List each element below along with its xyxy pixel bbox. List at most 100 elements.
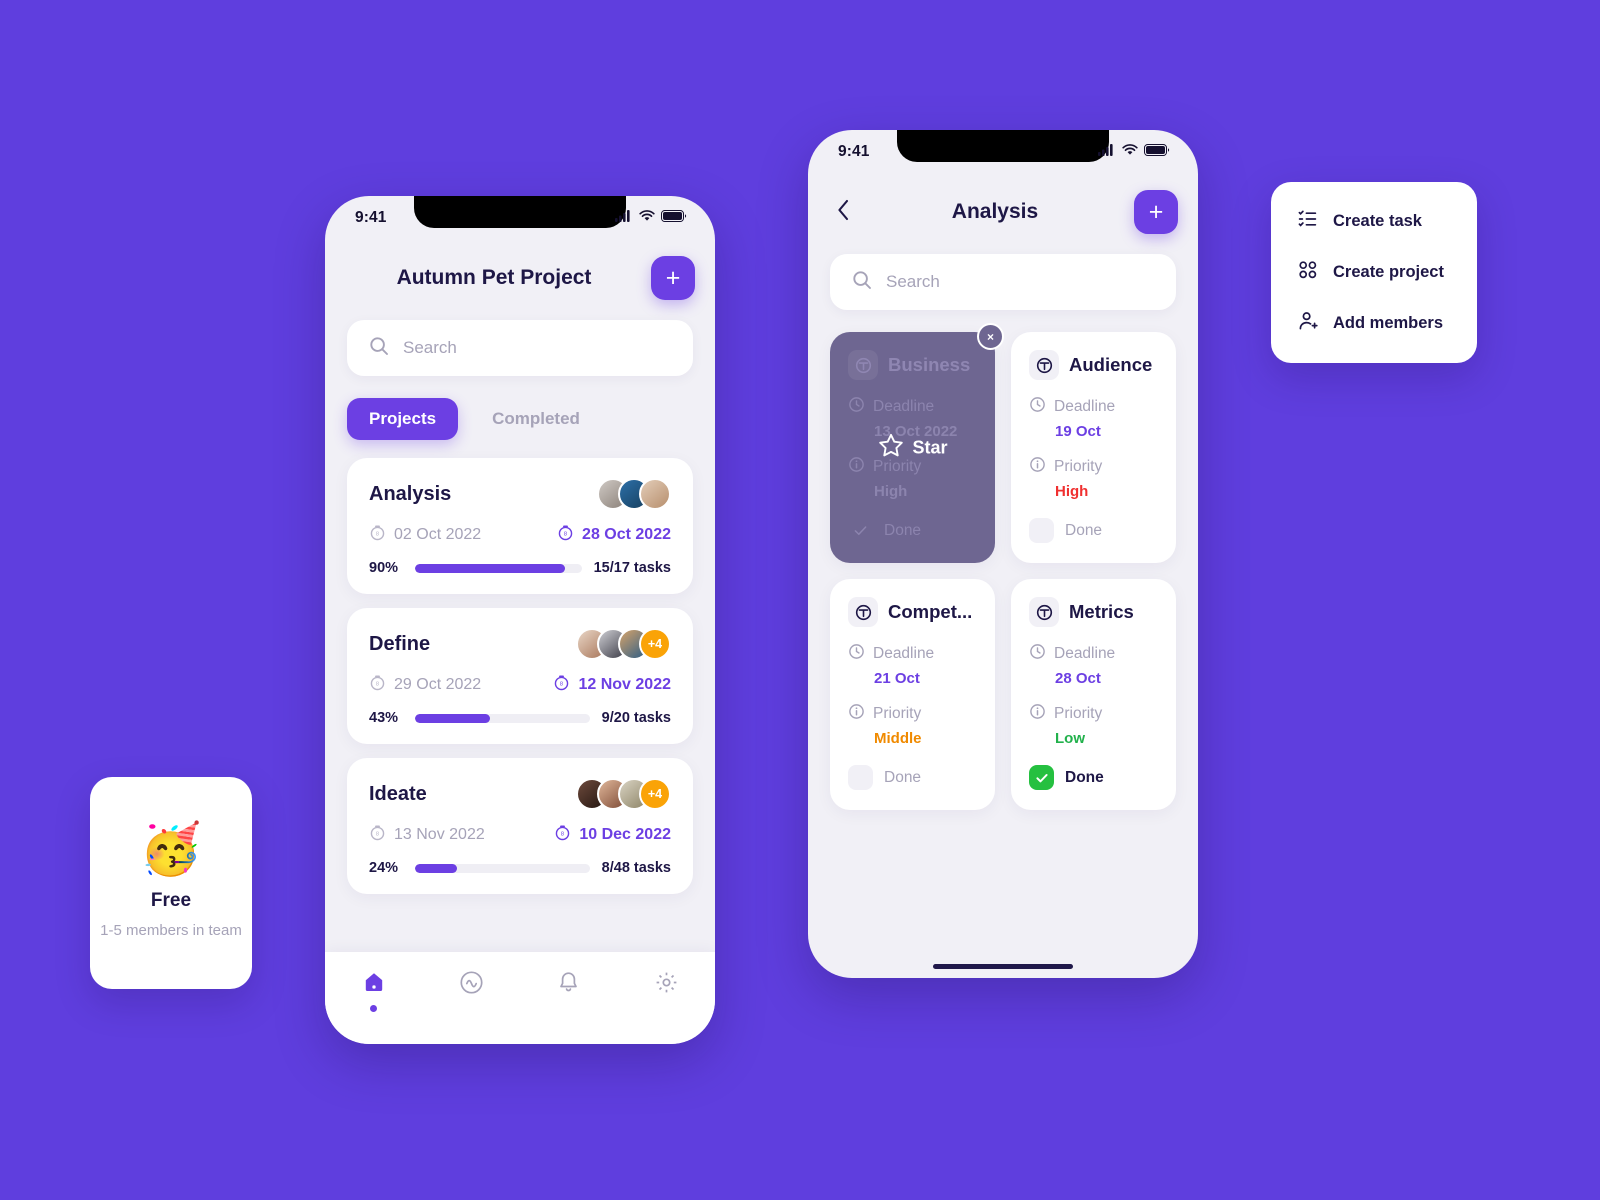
- project-end-date: 8 12 Nov 2022: [553, 674, 671, 696]
- star-action[interactable]: Star: [877, 432, 948, 463]
- add-task-button[interactable]: +: [1134, 190, 1178, 234]
- project-card[interactable]: Ideate +4 8 13 Nov 2022 8 10 Dec 2022 24…: [347, 758, 693, 894]
- signal-bars-icon: [615, 209, 633, 227]
- progress-bar-fill: [415, 713, 491, 723]
- nav-item-notifications[interactable]: [539, 970, 599, 1000]
- wifi-icon: [639, 209, 655, 227]
- progress-bar: [415, 713, 590, 723]
- star-icon: [877, 432, 903, 463]
- page-title: Analysis: [951, 200, 1039, 223]
- done-checkbox[interactable]: [1029, 518, 1054, 543]
- project-start-date: 8 13 Nov 2022: [369, 824, 485, 846]
- project-name: Analysis: [369, 482, 452, 505]
- task-card[interactable]: Metrics Deadline 28 Oct Priority Low Don…: [1011, 579, 1176, 810]
- nav-item-settings[interactable]: [636, 970, 696, 1000]
- tab-completed[interactable]: Completed: [470, 398, 602, 440]
- search-bar-tasks[interactable]: Search: [830, 254, 1176, 310]
- task-type-icon: [848, 350, 878, 380]
- avatar-group[interactable]: [597, 478, 671, 510]
- project-start-date: 8 29 Oct 2022: [369, 674, 481, 696]
- deadline-label: Deadline: [873, 398, 935, 415]
- party-face-icon: 🥳: [139, 821, 203, 878]
- project-card[interactable]: Analysis 8 02 Oct 2022 8 28 Oct 2022 90%…: [347, 458, 693, 594]
- menu-item-create-task[interactable]: Create task: [1271, 204, 1477, 239]
- task-card-selected[interactable]: × Business Deadline 13 Oct 2022 Priority: [830, 323, 1004, 563]
- status-time: 9:41: [838, 143, 870, 160]
- checklist-icon: [1297, 208, 1319, 235]
- done-checkbox-checked[interactable]: [1029, 765, 1054, 790]
- done-label: Done: [1065, 521, 1103, 539]
- status-time: 9:41: [355, 209, 387, 226]
- task-done-row[interactable]: Done: [1029, 765, 1158, 790]
- search-input[interactable]: Search: [886, 272, 940, 292]
- task-card[interactable]: Audience Deadline 19 Oct Priority High D…: [1011, 332, 1176, 563]
- svg-text:8: 8: [376, 832, 379, 838]
- tab-projects[interactable]: Projects: [347, 398, 459, 440]
- battery-icon: [1144, 143, 1170, 161]
- signal-bars-icon: [1098, 143, 1116, 161]
- task-count: 15/17 tasks: [593, 560, 671, 576]
- done-checkbox[interactable]: [848, 765, 873, 790]
- svg-text:8: 8: [561, 832, 564, 838]
- avatar-group[interactable]: +4: [576, 778, 671, 810]
- task-type-icon: [1029, 350, 1059, 380]
- add-project-button[interactable]: +: [651, 256, 695, 300]
- start-date-text: 13 Nov 2022: [394, 826, 485, 843]
- menu-item-add-members[interactable]: Add members: [1271, 306, 1477, 341]
- priority-value: Low: [1055, 730, 1085, 747]
- task-type-icon: [848, 597, 878, 627]
- back-button[interactable]: [830, 199, 856, 225]
- avatar-group[interactable]: +4: [576, 628, 671, 660]
- avatar-overflow-badge[interactable]: +4: [639, 778, 671, 810]
- close-icon[interactable]: ×: [977, 323, 1004, 350]
- task-deadline-row: Deadline: [848, 643, 977, 665]
- done-checkbox[interactable]: [848, 518, 873, 543]
- progress-percent: 24%: [369, 860, 399, 876]
- wifi-icon: [1122, 143, 1138, 161]
- svg-text:8: 8: [560, 682, 563, 688]
- clock-icon: [1029, 643, 1046, 665]
- phone-projects-screen: 9:41 Autumn Pet Project + Search Project…: [325, 196, 715, 1044]
- project-tabs: Projects Completed: [325, 376, 715, 440]
- star-label: Star: [912, 437, 948, 457]
- project-list: Analysis 8 02 Oct 2022 8 28 Oct 2022 90%…: [325, 440, 715, 894]
- timer-icon: 8: [554, 824, 571, 846]
- project-end-date: 8 10 Dec 2022: [554, 824, 671, 846]
- page-title: Autumn Pet Project: [396, 266, 592, 289]
- analysis-header: Analysis +: [808, 174, 1198, 244]
- task-deadline-row: Deadline: [1029, 396, 1158, 418]
- task-count: 9/20 tasks: [601, 710, 671, 726]
- avatar-overflow-badge[interactable]: +4: [639, 628, 671, 660]
- task-done-row[interactable]: Done: [848, 765, 977, 790]
- task-count: 8/48 tasks: [601, 860, 671, 876]
- end-date-text: 10 Dec 2022: [579, 826, 671, 843]
- search-bar-projects[interactable]: Search: [347, 320, 693, 376]
- menu-label: Create task: [1333, 212, 1422, 230]
- context-menu: Create task Create project Add members: [1271, 182, 1477, 363]
- task-name: Metrics: [1069, 601, 1134, 622]
- priority-label: Priority: [1054, 458, 1103, 475]
- search-icon: [852, 270, 872, 295]
- timer-icon: 8: [369, 674, 386, 696]
- project-end-date: 8 28 Oct 2022: [557, 524, 671, 546]
- gear-icon: [654, 970, 679, 1000]
- person-add-icon: [1297, 310, 1319, 337]
- free-plan-card[interactable]: 🥳 Free 1-5 members in team: [90, 777, 252, 989]
- menu-item-create-project[interactable]: Create project: [1271, 255, 1477, 290]
- task-done-row[interactable]: Done: [1029, 518, 1158, 543]
- bottom-navigation: [325, 952, 715, 1044]
- search-input[interactable]: Search: [403, 338, 457, 358]
- done-label: Done: [884, 768, 922, 786]
- nav-item-home[interactable]: [344, 970, 404, 1012]
- task-deadline-row: Deadline: [1029, 643, 1158, 665]
- project-name: Ideate: [369, 782, 427, 805]
- task-done-row[interactable]: Done: [848, 518, 977, 543]
- info-icon: [1029, 703, 1046, 725]
- project-card[interactable]: Define +4 8 29 Oct 2022 8 12 Nov 2022 43…: [347, 608, 693, 744]
- task-deadline-row: Deadline: [848, 396, 977, 418]
- avatar: [639, 478, 671, 510]
- task-card[interactable]: Compet... Deadline 21 Oct Priority Middl…: [830, 579, 995, 810]
- clock-icon: [1029, 396, 1046, 418]
- nav-item-activity[interactable]: [441, 970, 501, 1000]
- priority-value: High: [874, 483, 908, 500]
